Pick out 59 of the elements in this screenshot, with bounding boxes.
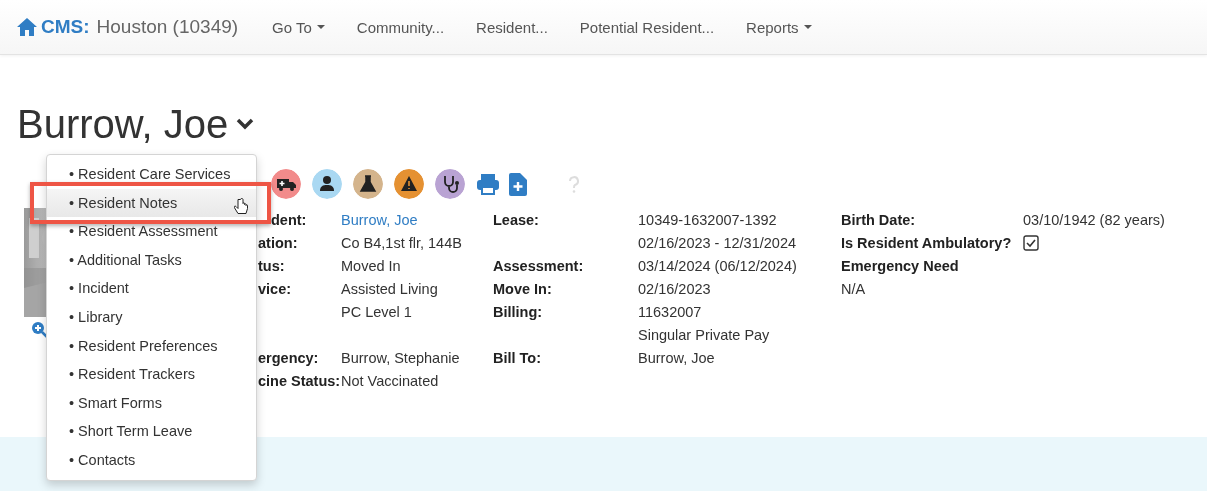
menu-item[interactable]: • Smart Forms bbox=[47, 388, 256, 418]
nav-link[interactable]: Go To bbox=[256, 0, 341, 55]
menu-item[interactable]: • Additional Tasks bbox=[47, 245, 256, 275]
field-label: Billing: bbox=[493, 303, 544, 320]
menu-item[interactable]: • Incident bbox=[47, 274, 256, 303]
field-value: Co B4,1st flr, 144B bbox=[341, 234, 463, 251]
field-label: Assessment: bbox=[493, 257, 585, 274]
field-label: Lease: bbox=[493, 211, 540, 228]
stethoscope-icon[interactable] bbox=[435, 169, 465, 199]
field-value: Assisted Living bbox=[341, 280, 439, 297]
field-value: Moved In bbox=[341, 257, 402, 274]
hand-cursor-icon bbox=[234, 197, 248, 215]
field-value: Burrow, Joe bbox=[638, 349, 716, 366]
menu-item[interactable]: • Contacts bbox=[47, 445, 256, 475]
community-name: Houston (10349) bbox=[96, 16, 239, 38]
chevron-down-icon[interactable] bbox=[236, 118, 255, 130]
menu-item[interactable]: • Library bbox=[47, 302, 256, 332]
file-plus-icon[interactable] bbox=[509, 172, 527, 196]
ambulance-icon[interactable] bbox=[271, 169, 301, 199]
field-value: 10349-1632007-1392 bbox=[638, 211, 778, 228]
field-label: ation: bbox=[258, 234, 299, 251]
field-value: PC Level 1 bbox=[341, 303, 413, 320]
field-value: 11632007 bbox=[638, 303, 703, 320]
field-value: Singular Private Pay bbox=[638, 326, 771, 343]
brand-label[interactable]: CMS: bbox=[41, 16, 90, 38]
name-link[interactable]: Burrow, Joe bbox=[341, 211, 493, 228]
resident-name: Burrow, Joe bbox=[17, 101, 229, 148]
menu-item[interactable]: • Short Term Leave bbox=[47, 417, 256, 446]
field-value: N/A bbox=[841, 280, 867, 297]
nav-link[interactable]: Community... bbox=[340, 0, 461, 55]
field-label: tus: bbox=[258, 257, 286, 274]
nav-link[interactable]: Reports bbox=[730, 0, 828, 55]
field-label: vice: bbox=[258, 280, 293, 297]
field-value: 02/16/2023 - 12/31/2024 bbox=[638, 234, 798, 251]
field-label: ergency: bbox=[258, 349, 320, 366]
field-value: 03/14/2024 (06/12/2024) bbox=[638, 257, 798, 274]
field-value: Burrow, Stephanie bbox=[341, 349, 461, 366]
field-value: 03/10/1942 (82 years) bbox=[1023, 211, 1166, 228]
field-label: cine Status: bbox=[258, 372, 341, 389]
printer-icon[interactable] bbox=[476, 173, 500, 195]
field-label: Emergency Need bbox=[841, 257, 960, 274]
field-label: Is Resident Ambulatory? bbox=[841, 234, 1013, 251]
nav-link[interactable]: Resident... bbox=[460, 0, 564, 55]
nav-link[interactable]: Potential Resident... bbox=[563, 0, 731, 55]
menu-item[interactable]: • Resident Notes bbox=[47, 188, 256, 218]
menu-item[interactable]: • Resident Assessment bbox=[47, 217, 256, 246]
field-value: 02/16/2023 bbox=[638, 280, 712, 297]
home-icon[interactable] bbox=[16, 17, 38, 37]
menu-item[interactable]: • Resident Care Services bbox=[47, 160, 256, 189]
field-label: Birth Date: bbox=[841, 211, 917, 228]
doctor-icon[interactable] bbox=[312, 169, 342, 199]
field-value: Not Vaccinated bbox=[341, 372, 440, 389]
field-label: Move In: bbox=[493, 280, 553, 297]
warning-icon[interactable] bbox=[394, 169, 424, 199]
flask-icon[interactable] bbox=[353, 169, 383, 199]
field-label: Bill To: bbox=[493, 349, 543, 366]
field-label: dent: bbox=[270, 211, 308, 228]
menu-item[interactable]: • Resident Trackers bbox=[47, 360, 256, 389]
menu-item[interactable]: • Resident Preferences bbox=[47, 331, 256, 361]
